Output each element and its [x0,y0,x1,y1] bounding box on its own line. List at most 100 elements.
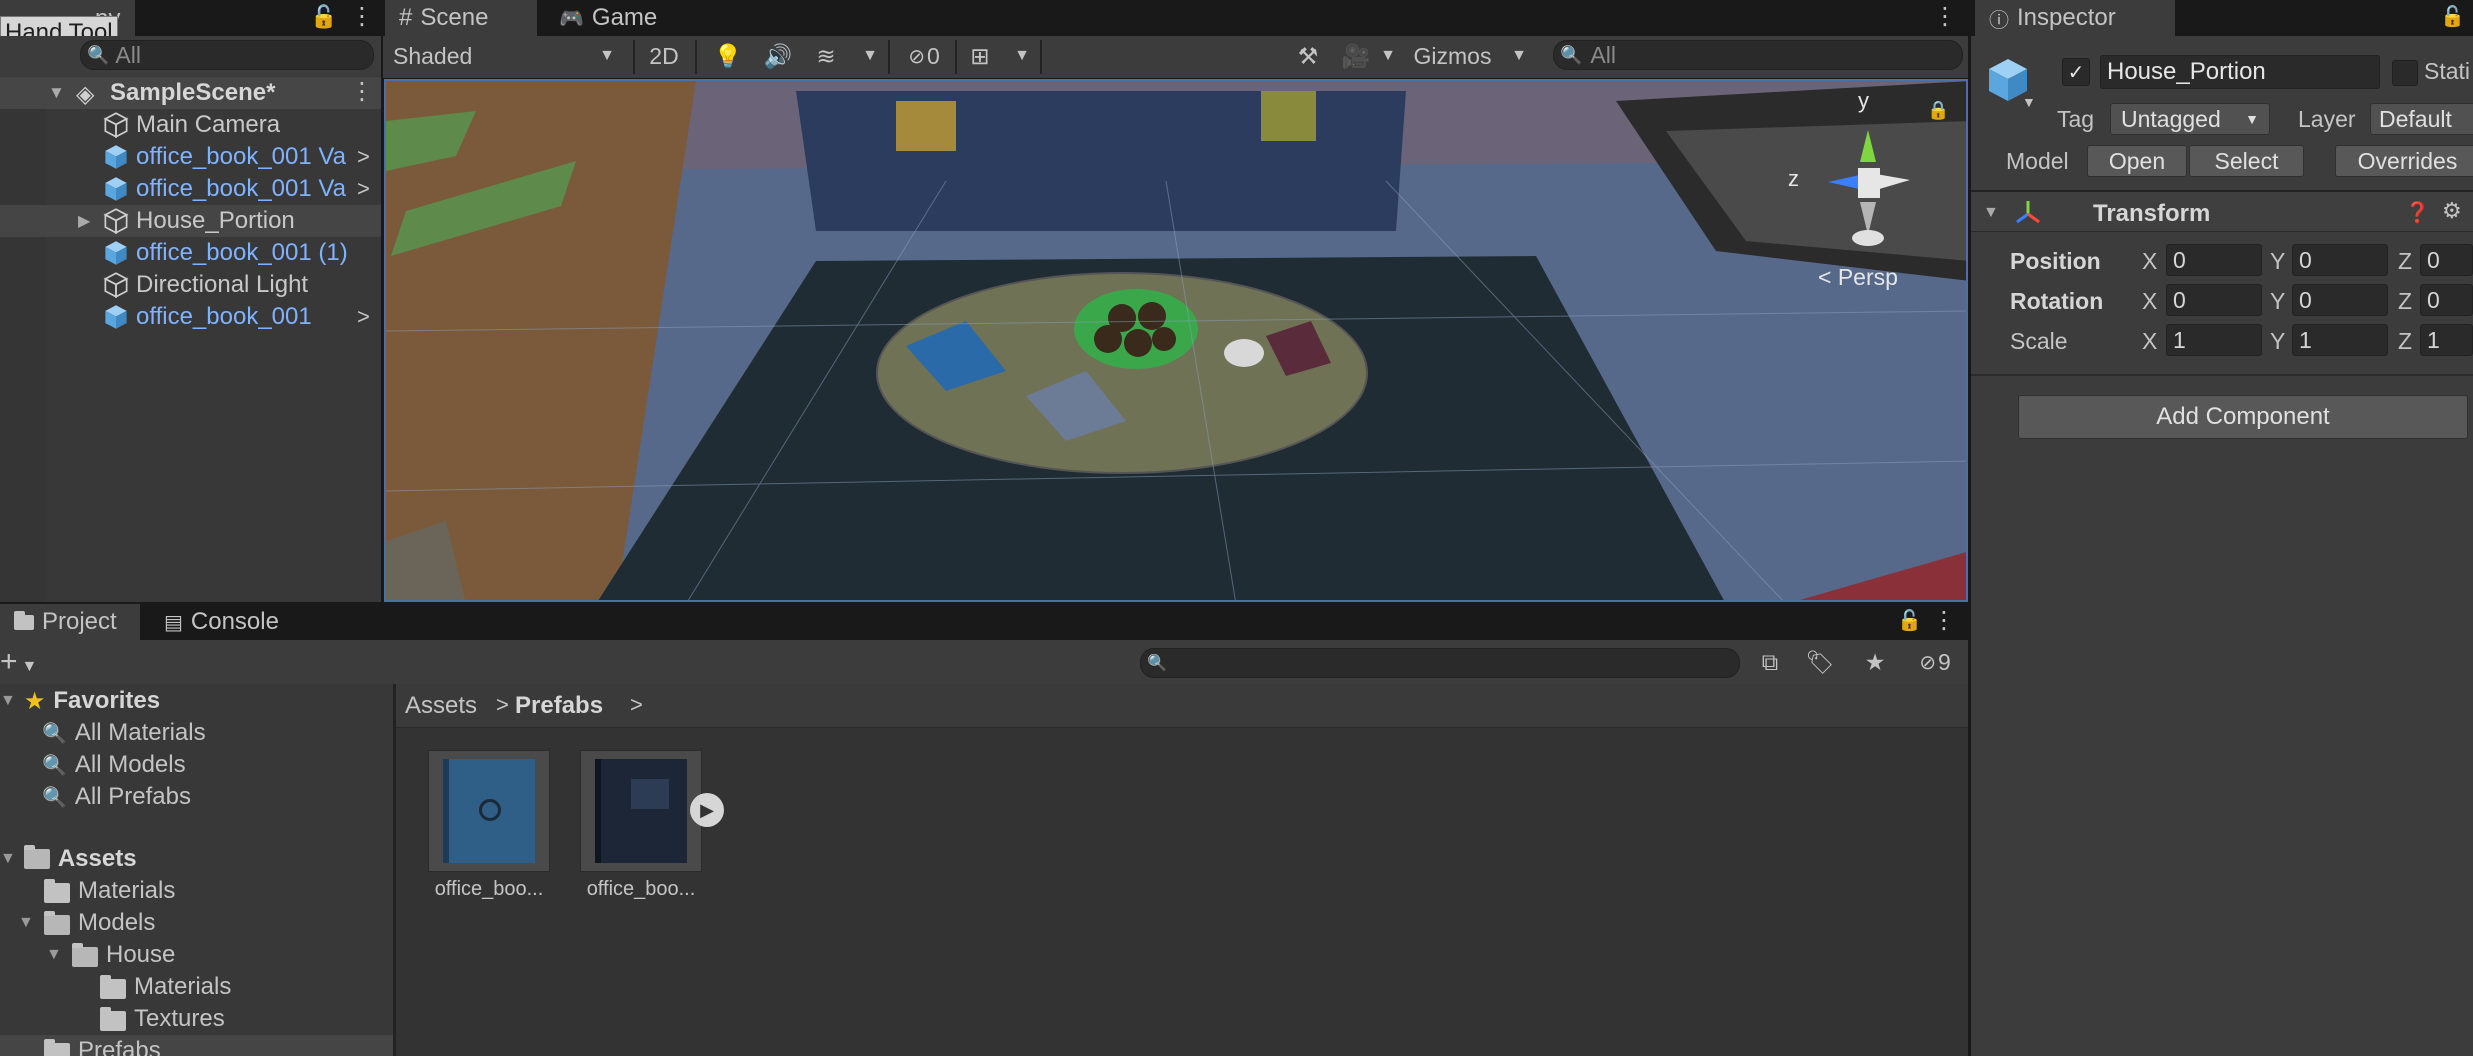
chevron-right-icon[interactable]: > [357,144,370,170]
hierarchy-item[interactable]: office_book_001 > [0,301,381,333]
favorites-item[interactable]: 🔍 All Models [42,749,186,781]
presets-icon[interactable]: ⚙ [2442,198,2462,224]
breadcrumb-assets[interactable]: Assets [405,692,477,720]
project-search-input[interactable]: 🔍 [1140,648,1740,678]
shading-mode-dropdown[interactable]: Shaded ▼ [385,38,625,74]
asset-item[interactable]: office_boo... [428,750,553,910]
tools-icon[interactable]: ⚒ [1290,38,1326,74]
transform-x-field[interactable]: 0 [2166,244,2262,276]
kebab-menu-icon[interactable]: ⋮ [1932,606,1956,635]
active-checkbox[interactable]: ✓ [2062,58,2090,86]
tab-inspector[interactable]: ⓘ Inspector [1975,0,2175,36]
object-name-field[interactable]: House_Portion [2100,55,2380,89]
expand-arrow-icon[interactable]: ▼ [48,83,65,103]
grid-snap-icon[interactable]: ⊞ [962,38,998,74]
favorite-star-icon[interactable]: ★ [1855,644,1895,680]
collapse-arrow-icon[interactable]: ▼ [1983,204,1999,222]
eye-slash-icon: ⊘ [908,45,925,68]
tab-game[interactable]: 🎮 Game [545,0,675,36]
scene-kebab-icon[interactable]: ⋮ [1933,2,1957,31]
transform-x-field[interactable]: 1 [2166,324,2262,356]
open-button[interactable]: Open [2087,145,2187,177]
asset-tree-item[interactable]: Materials [0,971,393,1003]
lock-icon[interactable]: 🔓 [310,4,337,30]
asset-tree-item[interactable]: Prefabs [0,1035,393,1056]
star-icon: ★ [23,687,46,715]
tab-scene[interactable]: # Scene [385,0,537,36]
tag-dropdown[interactable]: Untagged ▼ [2110,103,2270,135]
hierarchy-item[interactable]: ▶ House_Portion [0,205,381,237]
hierarchy-search-input[interactable]: 🔍 All [80,40,374,70]
chevron-right-icon[interactable]: > [357,304,370,330]
asset-name: office_boo... [586,878,696,900]
hierarchy-item[interactable]: office_book_001 (1) [0,237,381,269]
scene-viewport[interactable] [384,79,1968,602]
tab-console[interactable]: ▤ Console [150,604,300,640]
lock-icon[interactable]: 🔓 [2440,4,2465,29]
expand-arrow-icon[interactable]: ▶ [78,211,90,231]
hierarchy-item[interactable]: Directional Light [0,269,381,301]
hierarchy-item[interactable]: office_book_001 Va > [0,173,381,205]
transform-y-field[interactable]: 0 [2292,244,2388,276]
gameobject-cube-icon [103,112,129,139]
kebab-menu-icon[interactable]: ⋮ [350,2,374,31]
hierarchy-item-label: office_book_001 Va [136,175,346,202]
chevron-right-icon[interactable]: > [357,176,370,202]
create-button[interactable]: + ▼ [0,645,46,679]
effects-icon[interactable]: ≋ [808,38,844,74]
projection-toggle[interactable]: < Persp [1818,264,1898,291]
hierarchy-item[interactable]: office_book_001 Va > [0,141,381,173]
search-by-type-icon[interactable]: ⧉ [1750,644,1790,680]
layer-dropdown[interactable]: Default [2370,103,2473,135]
asset-tree-label: Models [78,909,156,936]
select-button[interactable]: Select [2189,145,2304,177]
lock-icon[interactable]: 🔓 [1897,608,1922,633]
favorites-item[interactable]: 🔍 All Materials [42,717,206,749]
chevron-down-icon[interactable]: ▼ [2022,94,2036,110]
axis-z-label: z [1788,166,1799,191]
expand-prefab-icon[interactable]: ▶ [690,793,724,827]
transform-y-field[interactable]: 1 [2292,324,2388,356]
hierarchy-item[interactable]: Main Camera [0,109,381,141]
gamepad-icon: 🎮 [559,7,584,30]
lighting-icon[interactable]: 💡 [710,38,746,74]
chevron-down-icon[interactable]: ▼ [1375,38,1401,74]
transform-y-field[interactable]: 0 [2292,284,2388,316]
audio-icon[interactable]: 🔊 [760,38,796,74]
assets-header[interactable]: ▼ Assets [0,843,137,875]
asset-tree-item[interactable]: ▼ Models [0,907,393,939]
asset-tree-item[interactable]: Textures [0,1003,393,1035]
transform-x-field[interactable]: 0 [2166,284,2262,316]
hidden-packages-toggle[interactable]: ⊘ 9 [1905,644,1965,680]
camera-icon[interactable]: 🎥 [1338,38,1374,74]
expand-arrow-icon[interactable]: ▼ [46,946,62,964]
favorites-header[interactable]: ▼ ★ Favorites [0,685,160,717]
favorites-item[interactable]: 🔍 All Prefabs [42,781,191,813]
static-checkbox[interactable] [2392,60,2418,86]
asset-tree-item[interactable]: ▼ House [0,939,393,971]
search-by-label-icon[interactable]: 🏷 [1800,644,1840,680]
tab-project[interactable]: Project [0,604,140,640]
asset-item[interactable]: office_boo... [580,750,705,910]
scene-kebab-icon[interactable]: ⋮ [350,77,374,106]
transform-z-field[interactable]: 1 [2420,324,2473,356]
orientation-gizmo[interactable] [1780,90,1930,250]
gizmos-button[interactable]: Gizmos [1405,38,1500,74]
breadcrumb-prefabs[interactable]: Prefabs [515,692,603,720]
chevron-down-icon[interactable]: ▼ [1505,38,1533,74]
2d-toggle[interactable]: 2D [640,38,688,74]
asset-tree-item[interactable]: Materials [0,875,393,907]
expand-arrow-icon[interactable]: ▼ [18,914,34,932]
transform-z-field[interactable]: 0 [2420,284,2473,316]
favorites-item-label: All Materials [74,719,206,746]
chevron-down-icon[interactable]: ▼ [856,38,884,74]
add-component-button[interactable]: Add Component [2018,395,2468,439]
help-icon[interactable]: ❓ [2405,200,2430,225]
transform-z-field[interactable]: 0 [2420,244,2473,276]
gizmo-lock-icon[interactable]: 🔒 [1927,100,1949,121]
overrides-dropdown[interactable]: Overrides [2335,145,2473,177]
scene-search-input[interactable]: 🔍 All [1553,40,1963,70]
chevron-down-icon[interactable]: ▼ [1008,38,1036,74]
transform-header[interactable] [1971,192,2473,232]
hidden-objects-toggle[interactable]: ⊘ 0 [896,38,952,74]
